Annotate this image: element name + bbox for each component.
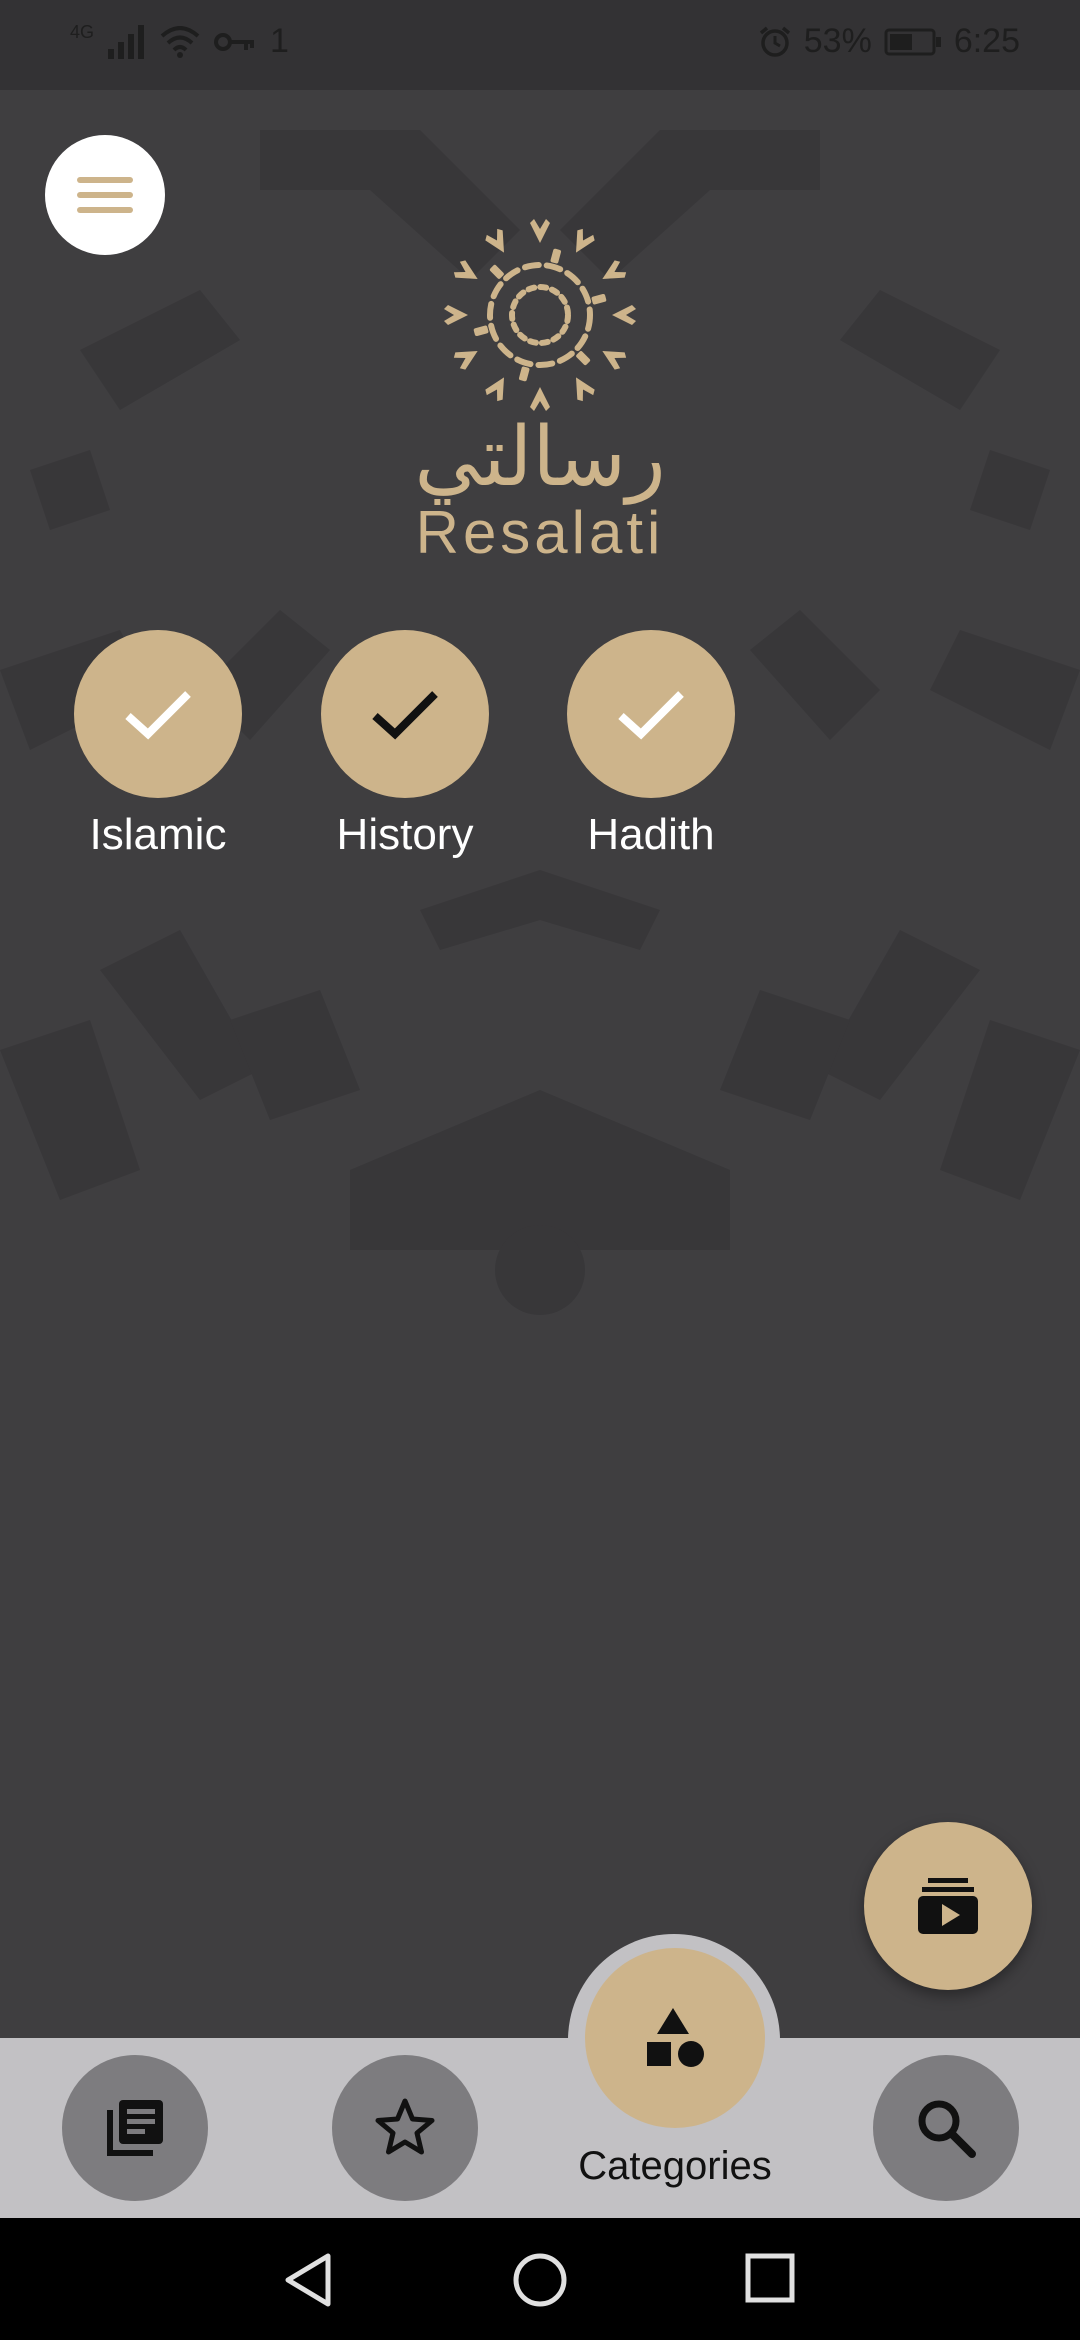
video-library-icon — [918, 1878, 978, 1934]
resalati-logo-emblem — [444, 219, 636, 411]
nav-categories-label: Categories — [578, 2144, 772, 2188]
category-chip-circle — [74, 630, 242, 798]
video-playlist-button[interactable] — [864, 1822, 1032, 1990]
back-icon[interactable] — [282, 2252, 334, 2308]
hamburger-icon — [77, 168, 133, 222]
category-chip-hadith[interactable]: Hadith — [526, 630, 776, 860]
category-label: Hadith — [587, 810, 715, 859]
logo-arabic-text: رسالتي — [414, 410, 666, 505]
check-icon — [125, 691, 191, 740]
vpn-key-icon — [214, 32, 255, 51]
signal-extra: 1 — [270, 22, 289, 60]
battery-percent: 53% — [803, 22, 872, 60]
home-icon[interactable] — [512, 2252, 568, 2308]
menu-button[interactable] — [45, 135, 165, 255]
nav-search-button[interactable] — [873, 2055, 1019, 2201]
nav-favorites-button[interactable] — [332, 2055, 478, 2201]
articles-icon — [107, 2100, 163, 2156]
nav-categories-button[interactable] — [585, 1948, 765, 2128]
star-icon — [375, 2098, 435, 2155]
category-chip-history[interactable]: History — [280, 630, 530, 860]
status-bar: 4G 1 53% 6:25 — [0, 0, 1080, 90]
clock-time: 6:25 — [953, 22, 1020, 60]
logo-english-text: Resalati — [415, 499, 665, 566]
wifi-icon — [160, 25, 200, 58]
signal-icon — [108, 24, 145, 59]
recents-icon[interactable] — [744, 2252, 796, 2304]
check-icon — [618, 691, 684, 740]
search-icon — [918, 2100, 976, 2158]
category-chip-circle — [567, 630, 735, 798]
check-icon — [372, 691, 438, 740]
battery-icon — [884, 28, 941, 55]
category-chip-circle — [321, 630, 489, 798]
category-label: History — [336, 810, 474, 859]
category-chip-islamic[interactable]: Islamic — [33, 630, 283, 860]
network-type: 4G — [70, 22, 95, 42]
categories-icon — [647, 2008, 704, 2067]
nav-articles-button[interactable] — [62, 2055, 208, 2201]
alarm-icon — [759, 26, 790, 57]
category-label: Islamic — [89, 810, 227, 859]
system-navigation-bar — [0, 2218, 1080, 2340]
